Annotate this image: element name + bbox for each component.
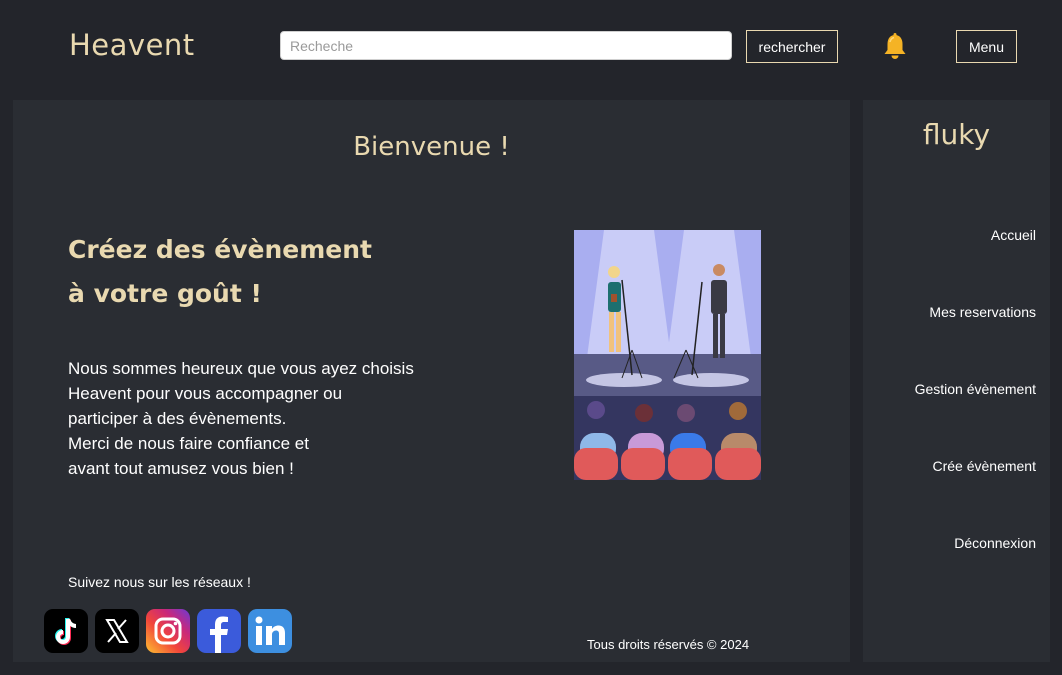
instagram-icon[interactable] <box>146 609 190 653</box>
main-panel: Bienvenue ! Créez des évènement à votre … <box>13 100 850 662</box>
sidebar-item-cree-evenement[interactable]: Crée évènement <box>932 458 1036 474</box>
sidebar-item-mes-reservations[interactable]: Mes reservations <box>929 304 1036 320</box>
search-input[interactable] <box>280 31 732 60</box>
bell-icon[interactable] <box>883 33 907 61</box>
logo[interactable]: Heavent <box>69 28 195 62</box>
sidebar-item-gestion-evenement[interactable]: Gestion évènement <box>915 381 1036 397</box>
intro-line: Heavent pour vous accompagner ou <box>68 384 343 403</box>
sidebar: fluky Accueil Mes reservations Gestion é… <box>863 100 1050 662</box>
follow-us-text: Suivez nous sur les réseaux ! <box>68 574 251 590</box>
intro-line: Merci de nous faire confiance et <box>68 434 309 453</box>
top-bar: Heavent rechercher Menu <box>0 0 1062 95</box>
search-button[interactable]: rechercher <box>746 30 838 63</box>
username: fluky <box>922 118 991 151</box>
menu-button[interactable]: Menu <box>956 30 1017 63</box>
headline-line: à votre goût ! <box>68 279 262 308</box>
event-illustration <box>574 230 761 480</box>
copyright: Tous droits réservés © 2024 <box>587 637 750 652</box>
intro-line: Nous sommes heureux que vous ayez choisi… <box>68 359 414 378</box>
sidebar-item-accueil[interactable]: Accueil <box>991 227 1036 243</box>
x-icon[interactable] <box>95 609 139 653</box>
headline-line: Créez des évènement <box>68 235 372 264</box>
headline: Créez des évènement à votre goût ! <box>68 228 488 316</box>
intro-line: avant tout amusez vous bien ! <box>68 459 294 478</box>
linkedin-icon[interactable] <box>248 609 292 653</box>
facebook-icon[interactable] <box>197 609 241 653</box>
intro-text: Nous sommes heureux que vous ayez choisi… <box>68 356 468 481</box>
tiktok-icon[interactable] <box>44 609 88 653</box>
welcome-title: Bienvenue ! <box>353 132 510 162</box>
sidebar-item-deconnexion[interactable]: Déconnexion <box>954 535 1036 551</box>
intro-line: participer à des évènements. <box>68 409 287 428</box>
